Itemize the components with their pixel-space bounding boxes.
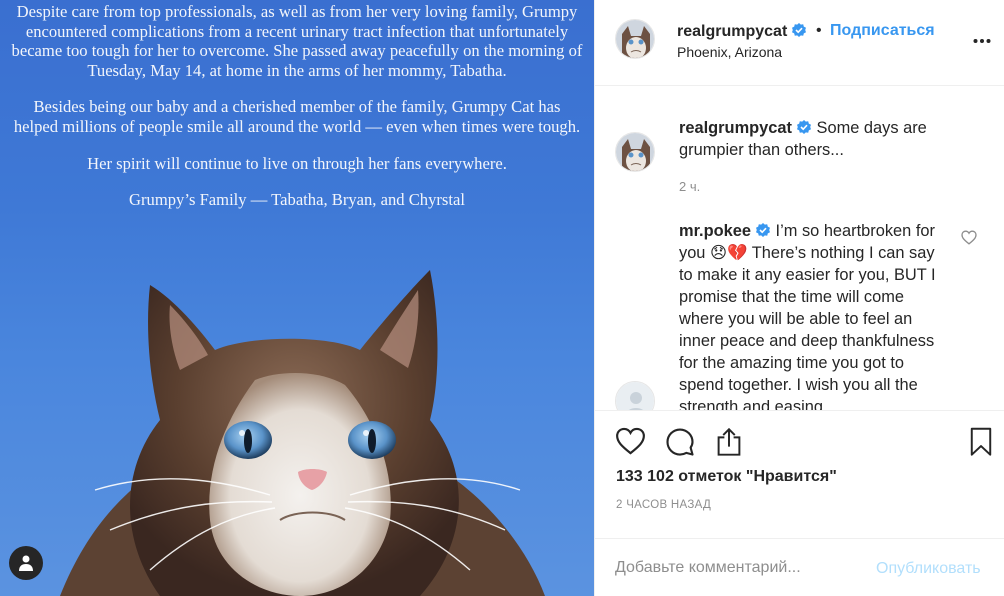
comment: mr.pokee I’m so heartbroken for you 😞💔 T… <box>679 220 951 410</box>
separator-dot: • <box>816 22 822 39</box>
comment-icon[interactable] <box>665 427 695 457</box>
comment-username[interactable]: mr.pokee <box>679 222 751 240</box>
like-comment-heart-icon[interactable] <box>961 230 977 245</box>
comment-input[interactable] <box>615 553 855 583</box>
post-details-panel: realgrumpycat • Подписаться Phoenix, Ari… <box>594 0 1004 596</box>
comment-text: I’m so heartbroken for you 😞💔 There’s no… <box>679 222 936 410</box>
avatar[interactable] <box>615 132 655 172</box>
caption: realgrumpycat Some days are grumpier tha… <box>679 117 959 161</box>
comment-form: Опубликовать <box>595 538 1004 596</box>
comments-list[interactable]: realgrumpycat Some days are grumpier tha… <box>595 87 1004 410</box>
memorial-paragraph: Besides being our baby and a cherished m… <box>13 97 581 136</box>
heart-icon[interactable] <box>615 427 646 455</box>
likes-count[interactable]: 133 102 отметок "Нравится" <box>616 468 837 486</box>
user-icon <box>19 555 33 571</box>
follow-button[interactable]: Подписаться <box>830 22 935 40</box>
post-header: realgrumpycat • Подписаться Phoenix, Ari… <box>595 0 1004 86</box>
tagged-user-icon[interactable] <box>9 546 43 580</box>
username-link[interactable]: realgrumpycat <box>677 22 807 41</box>
verified-badge-icon <box>796 120 811 134</box>
publish-button[interactable]: Опубликовать <box>876 560 981 578</box>
user-avatar-icon <box>616 382 654 410</box>
comment-username[interactable]: realgrumpycat <box>679 119 792 137</box>
avatar[interactable] <box>615 19 655 59</box>
comment-time[interactable]: 2 ч. <box>679 179 700 194</box>
share-icon[interactable] <box>715 427 743 457</box>
post-actions: 133 102 отметок "Нравится" 2 ЧАСОВ НАЗАД… <box>595 410 1004 596</box>
memorial-signature: Grumpy’s Family — Tabatha, Bryan, and Ch… <box>129 190 465 210</box>
cat-avatar-icon <box>616 20 654 58</box>
memorial-text: Despite care from top professionals, as … <box>0 0 594 227</box>
cat-avatar-icon <box>616 133 654 171</box>
memorial-paragraph: Her spirit will continue to live on thro… <box>87 153 507 173</box>
username-text: realgrumpycat <box>677 23 788 40</box>
verified-badge-icon <box>792 23 807 37</box>
post-timestamp[interactable]: 2 ЧАСОВ НАЗАД <box>616 499 711 511</box>
verified-badge-icon <box>755 223 770 237</box>
location-link[interactable]: Phoenix, Arizona <box>677 44 782 60</box>
bookmark-icon[interactable] <box>969 427 993 457</box>
more-options-icon[interactable] <box>973 38 991 44</box>
post-image[interactable]: Despite care from top professionals, as … <box>0 0 594 596</box>
avatar[interactable] <box>615 381 655 410</box>
memorial-paragraph: Despite care from top professionals, as … <box>11 2 583 80</box>
